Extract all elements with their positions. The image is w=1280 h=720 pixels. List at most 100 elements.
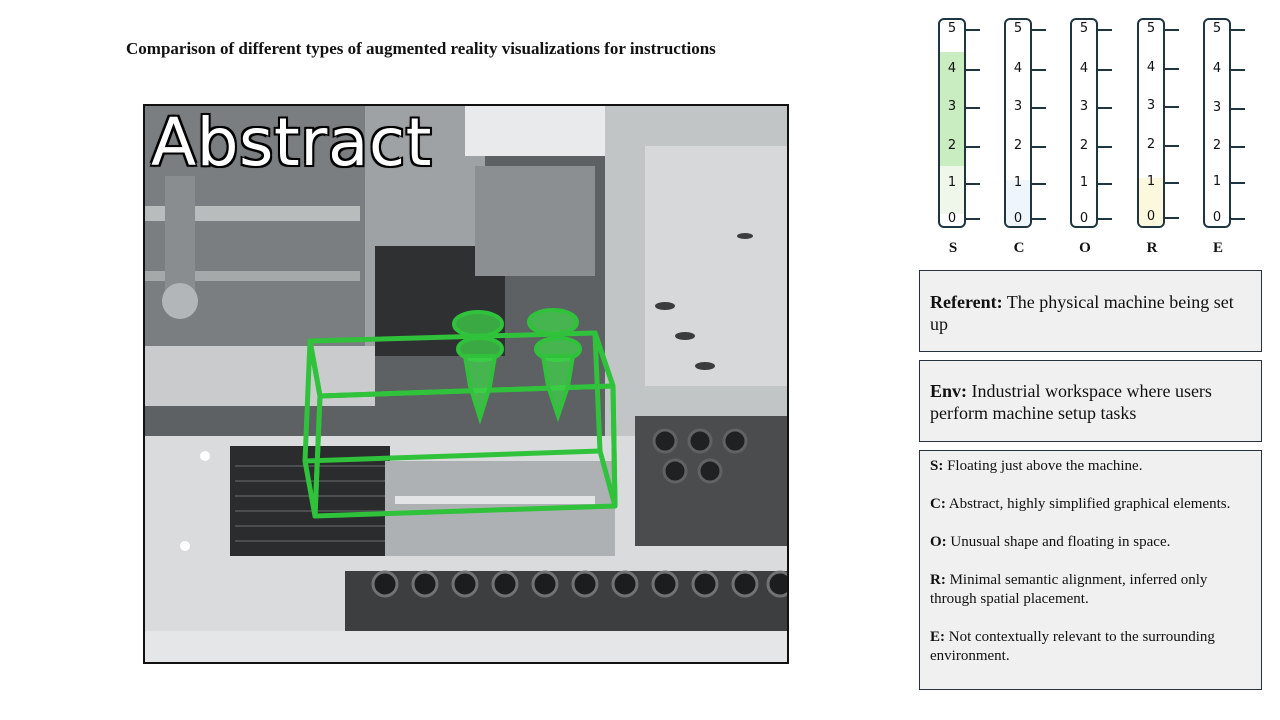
scale-tick xyxy=(1231,218,1245,220)
descriptor-key: E: xyxy=(930,629,945,645)
scale-level: 5 xyxy=(1146,21,1156,36)
scale-level: 3 xyxy=(1079,99,1089,114)
scale-tube xyxy=(1004,18,1032,228)
descriptor-c: C: Abstract, highly simplified graphical… xyxy=(930,495,1251,514)
scale-level: 1 xyxy=(1079,175,1089,190)
scale-level: 2 xyxy=(1212,138,1222,153)
scale-level: 5 xyxy=(947,21,957,36)
scale-s: 5 4 3 2 1 0 S xyxy=(930,18,990,258)
dimension-descriptions-box: S: Floating just above the machine. C: A… xyxy=(919,450,1262,690)
scale-e: 5 4 3 2 1 0 E xyxy=(1195,18,1255,258)
scale-tick xyxy=(1231,108,1245,110)
scale-tick xyxy=(1231,182,1245,184)
scale-tube xyxy=(938,18,966,228)
scale-letter: S xyxy=(948,240,958,256)
scale-c: 5 4 3 2 1 0 C xyxy=(996,18,1056,258)
scale-tick xyxy=(1098,146,1112,148)
scale-level: 1 xyxy=(1146,174,1156,189)
env-text: Industrial workspace where users perform… xyxy=(930,381,1212,423)
scale-tick xyxy=(1165,145,1179,147)
visualization-type-label: Abstract xyxy=(151,104,433,181)
scale-level: 1 xyxy=(947,175,957,190)
scale-tick xyxy=(1032,146,1046,148)
env-label: Env: xyxy=(930,381,968,401)
scale-letter: R xyxy=(1146,240,1158,256)
scale-tube xyxy=(1070,18,1098,228)
scale-tick xyxy=(1032,218,1046,220)
scale-tick xyxy=(1231,29,1245,31)
scale-level: 0 xyxy=(1212,210,1222,225)
scale-level: 5 xyxy=(1013,21,1023,36)
scale-level: 2 xyxy=(947,138,957,153)
descriptor-text: Unusual shape and floating in space. xyxy=(946,534,1171,550)
descriptor-key: S: xyxy=(930,458,944,474)
scale-level: 2 xyxy=(1079,138,1089,153)
scale-tick xyxy=(966,69,980,71)
scale-level: 3 xyxy=(947,99,957,114)
score-scales: 5 4 3 2 1 0 S 5 4 3 2 1 0 C 5 4 3 2 1 0 … xyxy=(930,14,1270,259)
scale-level: 1 xyxy=(1212,174,1222,189)
scale-letter: O xyxy=(1079,240,1091,256)
descriptor-e: E: Not contextually relevant to the surr… xyxy=(930,628,1251,666)
scale-tick xyxy=(1032,183,1046,185)
scale-level: 2 xyxy=(1013,138,1023,153)
scale-tick xyxy=(1165,29,1179,31)
scale-level: 3 xyxy=(1013,99,1023,114)
scale-letter: C xyxy=(1013,240,1025,256)
scale-tick xyxy=(1231,146,1245,148)
scale-tube xyxy=(1203,18,1231,228)
scale-tick xyxy=(1098,107,1112,109)
scale-tick xyxy=(1231,69,1245,71)
descriptor-key: O: xyxy=(930,534,947,550)
scale-tick xyxy=(1098,29,1112,31)
scale-tube xyxy=(1137,18,1165,228)
descriptor-o: O: Unusual shape and floating in space. xyxy=(930,533,1251,552)
scale-tick xyxy=(1098,69,1112,71)
scale-tick xyxy=(1165,182,1179,184)
scale-level: 3 xyxy=(1146,98,1156,113)
scale-tick xyxy=(1098,183,1112,185)
descriptor-key: C: xyxy=(930,496,946,512)
descriptor-text: Minimal semantic alignment, inferred onl… xyxy=(930,572,1208,607)
descriptor-s: S: Floating just above the machine. xyxy=(930,457,1251,476)
scale-tick xyxy=(1165,68,1179,70)
referent-label: Referent: xyxy=(930,292,1003,312)
scale-level: 1 xyxy=(1013,175,1023,190)
scale-level: 0 xyxy=(947,211,957,226)
scale-tick xyxy=(966,218,980,220)
scale-tick xyxy=(966,183,980,185)
scale-level: 2 xyxy=(1146,137,1156,152)
scale-level: 4 xyxy=(1013,61,1023,76)
descriptor-text: Floating just above the machine. xyxy=(943,458,1143,474)
scale-level: 4 xyxy=(947,61,957,76)
scale-level: 5 xyxy=(1079,21,1089,36)
environment-box: Env: Industrial workspace where users pe… xyxy=(919,360,1262,442)
scale-tick xyxy=(1165,106,1179,108)
machine-scene-illustration xyxy=(145,106,787,662)
scale-level: 3 xyxy=(1212,100,1222,115)
scale-level: 4 xyxy=(1079,61,1089,76)
ar-visualization-photo: Abstract xyxy=(143,104,789,664)
scale-o: 5 4 3 2 1 0 O xyxy=(1062,18,1122,258)
scale-tick xyxy=(1032,107,1046,109)
scale-level: 0 xyxy=(1013,211,1023,226)
descriptor-text: Abstract, highly simplified graphical el… xyxy=(945,496,1231,512)
scale-tick xyxy=(1032,29,1046,31)
scale-level: 0 xyxy=(1079,211,1089,226)
descriptor-key: R: xyxy=(930,572,946,588)
scale-tick xyxy=(966,29,980,31)
scale-tick xyxy=(966,107,980,109)
descriptor-text: Not contextually relevant to the surroun… xyxy=(930,629,1215,664)
scale-letter: E xyxy=(1212,240,1223,256)
scale-level: 5 xyxy=(1212,21,1222,36)
scale-level: 0 xyxy=(1146,209,1156,224)
scale-tick xyxy=(1032,69,1046,71)
referent-box: Referent: The physical machine being set… xyxy=(919,270,1262,352)
scale-tick xyxy=(1165,217,1179,219)
scale-level: 4 xyxy=(1146,60,1156,75)
figure-title: Comparison of different types of augment… xyxy=(126,39,716,58)
scale-tick xyxy=(1098,218,1112,220)
scale-tick xyxy=(966,146,980,148)
scale-r: 5 4 3 2 1 0 R xyxy=(1129,18,1189,258)
descriptor-r: R: Minimal semantic alignment, inferred … xyxy=(930,571,1251,609)
